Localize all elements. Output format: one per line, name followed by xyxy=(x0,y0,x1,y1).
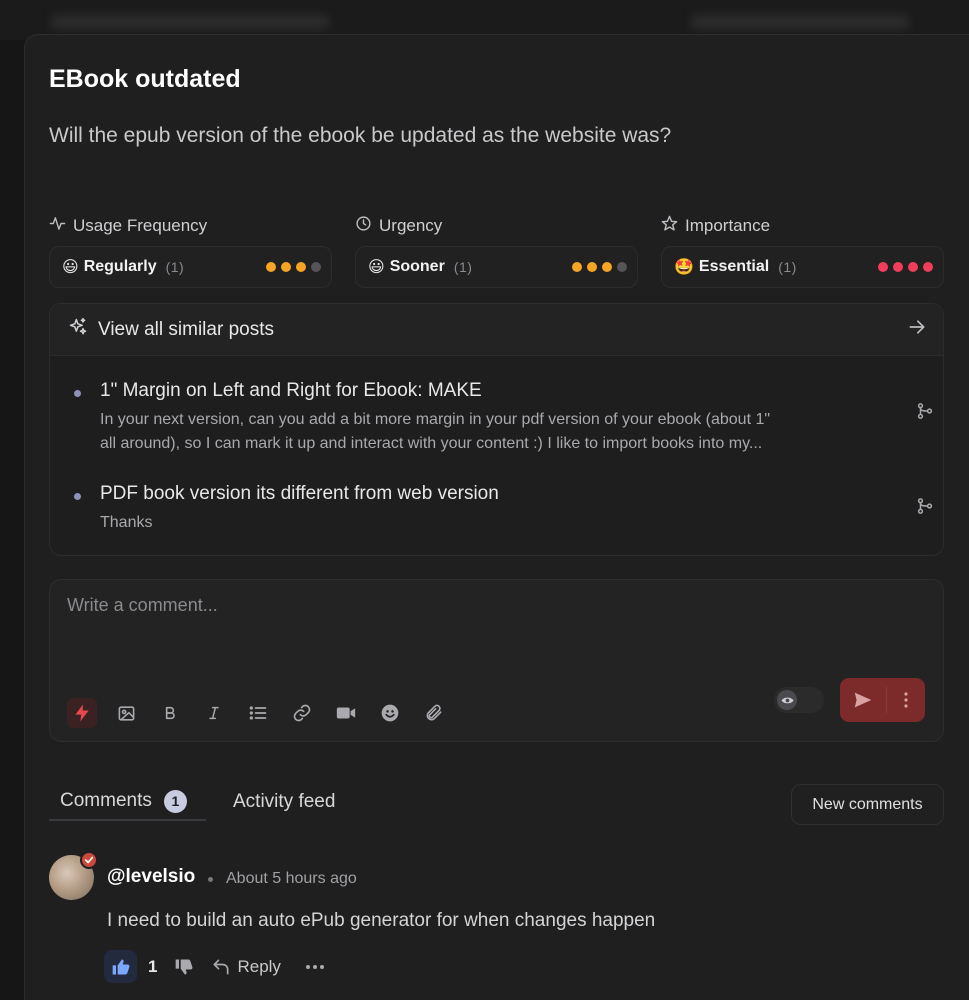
comments-tabs: Comments 1 Activity feed xyxy=(49,783,346,821)
metric-count: (1) xyxy=(778,259,797,275)
metric-value: Essential xyxy=(698,258,770,275)
comment-actions: 1 Reply xyxy=(104,950,325,983)
metric-importance: Importance 🤩 Essential (1) xyxy=(661,214,944,288)
reply-label: Reply xyxy=(237,956,281,976)
metric-label: Usage Frequency xyxy=(73,216,208,235)
level-dot-filled xyxy=(908,262,918,272)
comment-timestamp: About 5 hours ago xyxy=(226,870,357,887)
bullet-dot xyxy=(74,493,81,500)
thumbs-down-icon[interactable] xyxy=(174,957,194,977)
tab-label: Comments xyxy=(60,790,152,811)
post-description: Will the epub version of the ebook be up… xyxy=(49,124,672,147)
activity-icon xyxy=(49,215,66,237)
video-icon[interactable] xyxy=(331,698,361,728)
level-dot-filled xyxy=(296,262,306,272)
reply-button[interactable]: Reply xyxy=(211,956,281,977)
level-dot-filled xyxy=(602,262,612,272)
similar-post-title[interactable]: PDF book version its different from web … xyxy=(100,483,904,505)
metric-value: Regularly xyxy=(83,258,157,275)
level-dots xyxy=(878,262,933,272)
metric-count: (1) xyxy=(165,259,185,275)
comment-composer xyxy=(49,579,944,742)
level-dot-filled xyxy=(266,262,276,272)
blurred-header-right xyxy=(690,14,910,30)
visibility-toggle[interactable] xyxy=(774,687,824,713)
level-dots xyxy=(266,262,321,272)
level-dot-filled xyxy=(923,262,933,272)
metric-urgency: Urgency 😃 Sooner (1) xyxy=(355,214,638,288)
metric-value: Sooner xyxy=(389,258,445,275)
star-icon xyxy=(661,215,678,237)
metric-label: Urgency xyxy=(379,216,443,235)
post-title: EBook outdated xyxy=(49,65,241,93)
thumbs-up-icon[interactable] xyxy=(104,950,137,983)
similar-post-item[interactable]: PDF book version its different from web … xyxy=(74,483,933,535)
view-similar-posts-button[interactable]: View all similar posts xyxy=(50,304,943,356)
similar-posts-panel: View all similar posts 1" Margin on Left… xyxy=(49,303,944,556)
formatting-toolbar xyxy=(67,698,463,728)
like-count: 1 xyxy=(148,956,158,976)
send-button-group xyxy=(840,678,925,722)
separator-dot xyxy=(208,877,213,882)
tab-comments[interactable]: Comments 1 xyxy=(49,783,206,821)
tab-activity-feed[interactable]: Activity feed xyxy=(222,783,346,821)
metric-count: (1) xyxy=(453,259,473,275)
bullet-dot xyxy=(74,390,81,397)
emoji-icon[interactable] xyxy=(375,698,405,728)
comment-input[interactable] xyxy=(50,580,943,670)
comments-count-badge: 1 xyxy=(163,789,187,813)
send-button[interactable] xyxy=(840,678,886,722)
sparkles-icon xyxy=(68,317,88,342)
level-dot-filled xyxy=(572,262,582,272)
clock-icon xyxy=(355,215,372,237)
image-icon[interactable] xyxy=(111,698,141,728)
link-icon[interactable] xyxy=(287,698,317,728)
metric-value-box[interactable]: 🤩 Essential (1) xyxy=(661,246,944,288)
blurred-header-left xyxy=(50,14,330,30)
list-icon[interactable] xyxy=(243,698,273,728)
send-options-button[interactable] xyxy=(887,678,925,722)
emoji-icon: 😃 xyxy=(368,259,385,276)
level-dots xyxy=(572,262,627,272)
new-comments-button[interactable]: New comments xyxy=(791,784,944,825)
metric-value-box[interactable]: 😃 Sooner (1) xyxy=(355,246,638,288)
level-dot-filled xyxy=(878,262,888,272)
level-dot-filled xyxy=(587,262,597,272)
similar-post-title[interactable]: 1" Margin on Left and Right for Ebook: M… xyxy=(100,380,904,402)
reply-icon xyxy=(213,959,229,974)
more-options-icon[interactable] xyxy=(305,964,325,970)
level-dot-filled xyxy=(281,262,291,272)
similar-post-item[interactable]: 1" Margin on Left and Right for Ebook: M… xyxy=(74,380,933,456)
level-dot-empty xyxy=(617,262,627,272)
level-dot-filled xyxy=(893,262,903,272)
emoji-icon: 🤩 xyxy=(674,259,694,276)
excerpt-line: In your next version, can you add a bit … xyxy=(100,411,771,428)
similar-post-excerpt: Thanks xyxy=(100,514,153,531)
attachment-icon[interactable] xyxy=(419,698,449,728)
arrow-right-icon xyxy=(907,317,927,342)
bold-icon[interactable] xyxy=(155,698,185,728)
tab-label: Activity feed xyxy=(233,791,336,812)
verified-badge-icon xyxy=(80,851,98,869)
view-similar-label: View all similar posts xyxy=(98,318,274,340)
similar-post-excerpt: In your next version, can you add a bit … xyxy=(100,408,904,456)
excerpt-line: all around), so I can mark it up and int… xyxy=(100,435,763,452)
comment-author[interactable]: @levelsio xyxy=(107,866,195,888)
merge-icon[interactable] xyxy=(916,402,934,425)
merge-icon[interactable] xyxy=(916,497,934,520)
level-dot-empty xyxy=(311,262,321,272)
emoji-icon: 😃 xyxy=(62,259,79,276)
metric-usage-frequency: Usage Frequency 😃 Regularly (1) xyxy=(49,214,332,288)
italic-icon[interactable] xyxy=(199,698,229,728)
lightning-icon[interactable] xyxy=(67,698,97,728)
metric-label: Importance xyxy=(685,216,771,235)
comment-body: I need to build an auto ePub generator f… xyxy=(107,910,656,931)
metric-value-box[interactable]: 😃 Regularly (1) xyxy=(49,246,332,288)
eye-icon xyxy=(777,690,797,710)
